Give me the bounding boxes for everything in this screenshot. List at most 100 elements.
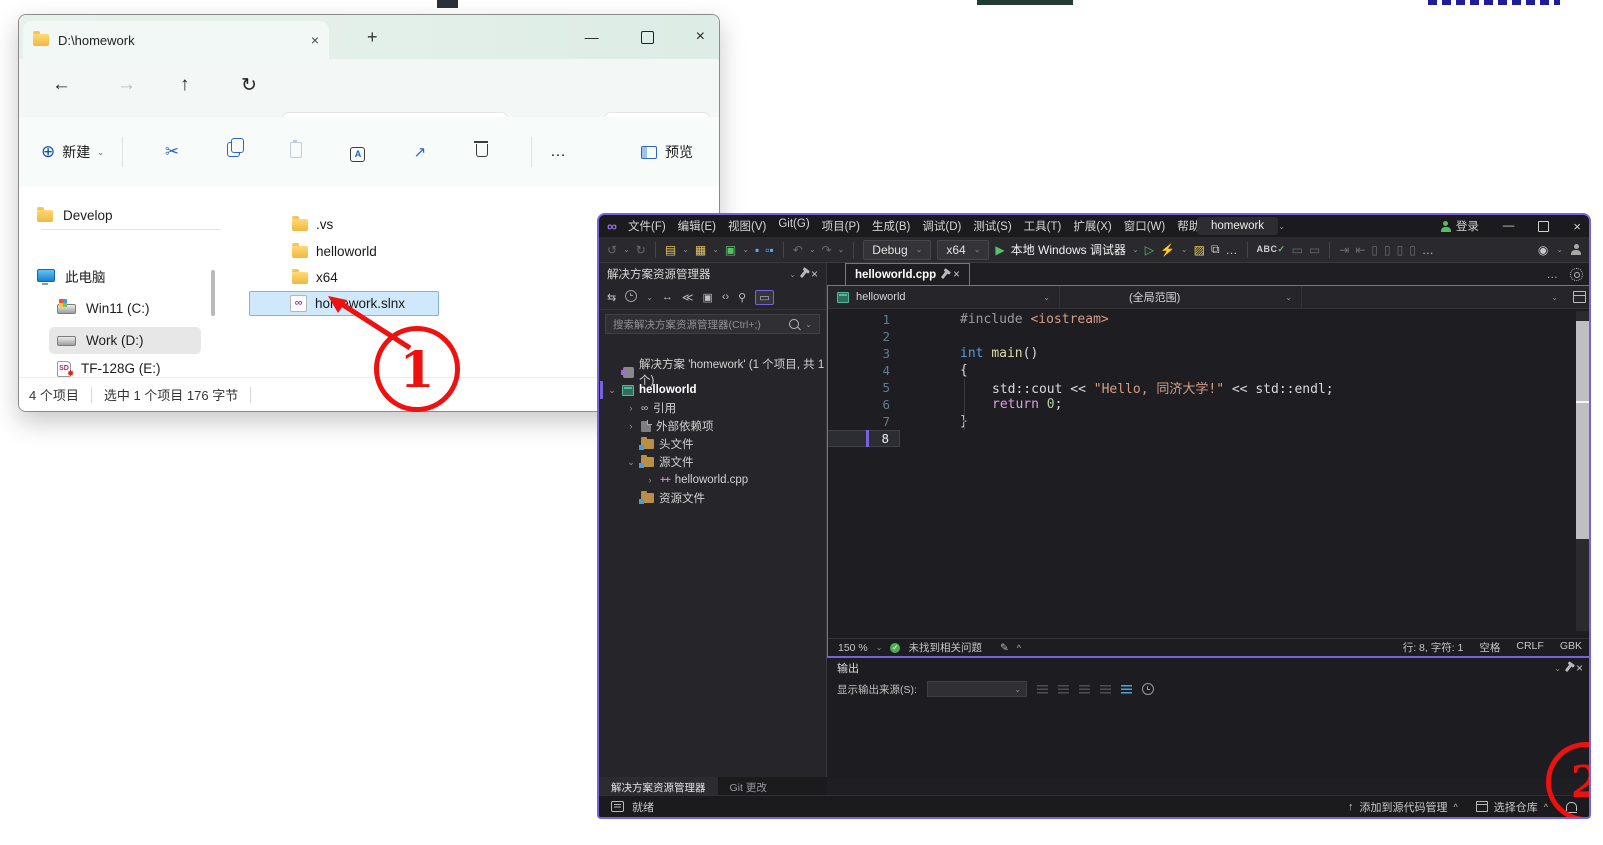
scrollbar-thumb[interactable]	[1576, 321, 1589, 539]
new-button[interactable]: ⊕ 新建 ⌄	[41, 142, 104, 162]
feedback-icon[interactable]	[611, 801, 624, 812]
explorer-sidebar-item[interactable]: Work (D:)	[49, 327, 201, 354]
select-repository-button[interactable]: 选择仓库 ^	[1475, 799, 1548, 815]
chevron-down-icon[interactable]: ⌄	[742, 245, 749, 254]
paste-button[interactable]	[265, 139, 327, 163]
bookmark-icon[interactable]: ▯	[1371, 243, 1378, 257]
prev-bookmark-icon[interactable]: ▯	[1384, 243, 1391, 257]
health-status[interactable]: 未找到相关问题	[908, 640, 982, 655]
breadcrumb-scope-dropdown[interactable]: (全局范围) ⌄	[1060, 286, 1302, 308]
explorer-sidebar-item[interactable]: Win11 (C:)	[49, 295, 201, 322]
sync-icon[interactable]: ↔	[662, 291, 673, 303]
file-list-item[interactable]: .vs	[249, 212, 439, 237]
word-wrap-icon[interactable]	[1078, 684, 1090, 694]
up-button[interactable]: ↑	[180, 74, 190, 96]
uncomment-icon[interactable]: ▭	[1309, 243, 1320, 257]
chevron-down-icon[interactable]: ⌄	[626, 457, 636, 468]
caret-up-icon[interactable]: ^	[1017, 643, 1021, 653]
file-list-item[interactable]: x64	[249, 265, 439, 290]
more-tools-icon[interactable]: …	[1226, 243, 1238, 257]
configuration-dropdown[interactable]: Debug ⌄	[863, 239, 932, 260]
maximize-button[interactable]	[640, 30, 654, 44]
cut-button[interactable]: ✂	[141, 142, 203, 162]
preview-selected-items-button[interactable]: ▭	[755, 289, 774, 305]
start-debugging-button[interactable]: ▶ 本地 Windows 调试器 ⌄	[995, 241, 1138, 258]
forward-button[interactable]: →	[117, 74, 136, 96]
tab-close-icon[interactable]: ×	[311, 32, 319, 48]
code-editor[interactable]: 1 #include <iostream> 2 3 int main() 4{5 std::…	[828, 311, 1589, 447]
minimize-button[interactable]: —	[1503, 220, 1515, 232]
pin-icon[interactable]	[799, 269, 808, 279]
save-all-icon[interactable]: ▫▪	[765, 243, 774, 257]
chevron-right-icon[interactable]: ›	[626, 403, 636, 413]
collapse-all-icon[interactable]: ≪	[682, 291, 694, 304]
split-window-icon[interactable]	[1573, 291, 1586, 303]
explorer-sidebar-item[interactable]: Develop	[29, 202, 201, 229]
chevron-down-icon[interactable]: ⌄	[1181, 245, 1188, 254]
close-button[interactable]: ×	[696, 28, 705, 46]
breadcrumb-member-dropdown[interactable]: ⌄	[1302, 286, 1567, 308]
redo-icon[interactable]: ↷	[822, 243, 832, 257]
tab-overflow-button[interactable]: …	[1547, 269, 1559, 281]
vs-menu-item[interactable]: 视图(V)	[723, 216, 771, 236]
vs-menu-item[interactable]: 工具(T)	[1019, 216, 1067, 236]
explorer-tab[interactable]: D:\homework ×	[23, 21, 329, 59]
properties-icon[interactable]: ⚲	[738, 291, 746, 304]
navigate-back-icon[interactable]: ↺	[607, 243, 617, 257]
refresh-button[interactable]: ↻	[241, 74, 257, 97]
timestamp-icon[interactable]	[1141, 683, 1154, 695]
chevron-down-icon[interactable]: ⌄	[623, 245, 630, 254]
live-share-icon[interactable]: ◉	[1538, 243, 1548, 257]
vs-menu-item[interactable]: 调试(D)	[917, 216, 966, 236]
minimize-button[interactable]: —	[585, 29, 599, 45]
chevron-down-icon[interactable]: ⌄	[1556, 245, 1563, 254]
share-button[interactable]: ↗	[389, 142, 451, 162]
vs-menu-item[interactable]: 生成(B)	[867, 216, 915, 236]
new-tab-button[interactable]: +	[367, 27, 378, 48]
solution-tree-item[interactable]: 头文件	[599, 435, 826, 453]
code-cleanup-icon[interactable]: ✎	[1000, 642, 1009, 654]
vs-menu-item[interactable]: 文件(F)	[623, 216, 671, 236]
solution-tree-item[interactable]: › 外部依赖项	[599, 417, 826, 435]
solution-tree-item[interactable]: 资源文件	[599, 489, 826, 507]
panel-tab[interactable]: Git 更改	[718, 777, 779, 797]
editor-scrollbar[interactable]	[1576, 311, 1589, 631]
autoscroll-icon[interactable]	[1099, 684, 1111, 694]
chevron-down-icon[interactable]: ⌄	[646, 293, 653, 302]
gear-icon[interactable]	[1570, 268, 1583, 281]
pin-icon[interactable]	[940, 270, 949, 279]
vs-menu-item[interactable]: 测试(S)	[968, 216, 1016, 236]
chevron-down-icon[interactable]: ⌄	[682, 245, 689, 254]
panel-tab[interactable]: 解决方案资源管理器	[599, 777, 718, 797]
vs-menu-item[interactable]: 窗口(W)	[1119, 216, 1171, 236]
pending-changes-icon[interactable]	[625, 289, 638, 305]
sign-in-button[interactable]: 登录	[1440, 218, 1479, 234]
add-item-icon[interactable]: ▣	[725, 243, 736, 257]
zoom-level[interactable]: 150 %	[838, 642, 868, 654]
close-button[interactable]: ×	[1573, 219, 1581, 234]
chevron-down-icon[interactable]: ⌄	[607, 385, 617, 396]
new-file-icon[interactable]: ▤	[665, 243, 676, 257]
indent-icon[interactable]: ⇥	[1339, 243, 1349, 257]
start-without-debugging-icon[interactable]: ▷	[1145, 243, 1154, 257]
chevron-right-icon[interactable]: ›	[645, 475, 655, 485]
clear-bookmarks-icon[interactable]: ▯	[1409, 243, 1416, 257]
close-panel-icon[interactable]: ×	[1576, 661, 1583, 675]
delete-button[interactable]	[451, 141, 513, 162]
solution-tree-item[interactable]: 解决方案 'homework' (1 个项目, 共 1 个)	[599, 359, 826, 387]
outdent-icon[interactable]: ⇤	[1355, 243, 1365, 257]
back-button[interactable]: ←	[52, 74, 71, 96]
switch-views-icon[interactable]: ⇆	[607, 291, 616, 304]
output-body[interactable]	[827, 700, 1589, 776]
solution-tree-item[interactable]: ⌄ helloworld	[599, 381, 826, 399]
more-options-button[interactable]: …	[550, 143, 568, 161]
pin-icon[interactable]	[1564, 663, 1573, 673]
explorer-sidebar-item[interactable]: 此电脑	[29, 262, 201, 289]
chevron-down-icon[interactable]: ⌄	[876, 643, 883, 652]
navigate-forward-icon[interactable]: ↻	[636, 243, 646, 257]
vs-menu-item[interactable]: 扩展(X)	[1068, 216, 1116, 236]
feedback-person-icon[interactable]	[1571, 244, 1581, 255]
solution-platforms-icon[interactable]: ⧉	[1211, 242, 1220, 257]
save-icon[interactable]: ▪	[755, 243, 759, 257]
open-file-icon[interactable]: ▦	[695, 243, 706, 257]
